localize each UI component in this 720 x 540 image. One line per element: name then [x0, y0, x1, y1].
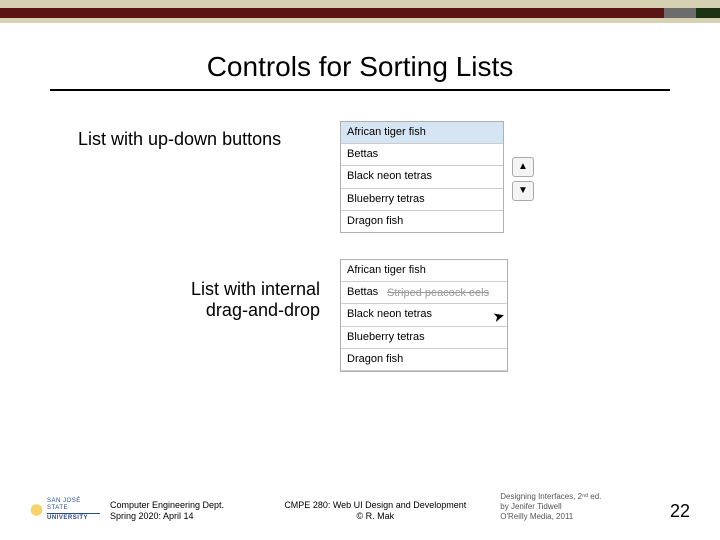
list-item[interactable]: Bettas	[341, 144, 503, 166]
footer-course: CMPE 280: Web UI Design and Development …	[250, 500, 500, 523]
accent-bar-bottom	[0, 18, 720, 23]
sun-icon	[30, 503, 43, 517]
list-item[interactable]: Dragon fish	[341, 349, 507, 371]
listbox-updown[interactable]: African tiger fish Bettas Black neon tet…	[340, 121, 504, 233]
list-item[interactable]: African tiger fish	[341, 260, 507, 282]
list-item[interactable]: Blueberry tetras	[341, 327, 507, 349]
course-line2: © R. Mak	[250, 511, 500, 522]
list-item[interactable]: Black neon tetras	[341, 166, 503, 188]
accent-chip-grey	[664, 8, 696, 18]
move-up-button[interactable]: ▲	[512, 157, 534, 177]
dept-line1: Computer Engineering Dept.	[110, 500, 250, 511]
caption-dragdrop: List with internal drag-and-drop	[40, 259, 340, 321]
sjsu-wordmark: SAN JOSÉ STATE UNIVERSITY	[47, 498, 100, 523]
caption-line: List with internal	[80, 279, 320, 300]
list-item[interactable]: Black neon tetras	[341, 304, 507, 326]
course-line1: CMPE 280: Web UI Design and Development	[250, 500, 500, 511]
slide: Controls for Sorting Lists List with up-…	[0, 0, 720, 540]
list-item[interactable]: African tiger fish	[341, 122, 503, 144]
ref-line2: by Jenifer Tidwell	[500, 502, 640, 512]
dragging-item-label: Striped peacock eels	[387, 287, 489, 299]
arrow-up-icon: ▲	[518, 161, 528, 172]
ref-line3: O'Reilly Media, 2011	[500, 512, 640, 522]
accent-bar-mid	[0, 8, 720, 18]
example-row-1: List with up-down buttons African tiger …	[40, 121, 680, 233]
top-accent-bars	[0, 0, 720, 23]
caption-line: drag-and-drop	[80, 300, 320, 321]
slide-content: List with up-down buttons African tiger …	[0, 121, 720, 372]
move-down-button[interactable]: ▼	[512, 181, 534, 201]
footer-dept: Computer Engineering Dept. Spring 2020: …	[110, 500, 250, 523]
figure-list-updown: African tiger fish Bettas Black neon tet…	[340, 121, 534, 233]
footer-reference: Designing Interfaces, 2ⁿᵈ ed. by Jenifer…	[500, 492, 640, 522]
arrow-down-icon: ▼	[518, 185, 528, 196]
slide-footer: SAN JOSÉ STATE UNIVERSITY Computer Engin…	[0, 492, 720, 522]
example-row-2: List with internal drag-and-drop African…	[40, 259, 680, 372]
dragging-item[interactable]: Striped peacock eels	[387, 287, 489, 299]
accent-chip-green	[696, 8, 720, 18]
list-item[interactable]: Dragon fish	[341, 211, 503, 232]
title-underline	[50, 89, 670, 91]
sjsu-line2: UNIVERSITY	[47, 513, 100, 523]
dept-line2: Spring 2020: April 14	[110, 511, 250, 522]
accent-bar-top	[0, 0, 720, 8]
figure-list-dragdrop[interactable]: African tiger fish Bettas Black neon tet…	[340, 259, 508, 372]
sjsu-line1: SAN JOSÉ STATE	[47, 498, 100, 513]
sjsu-logo: SAN JOSÉ STATE UNIVERSITY	[30, 498, 100, 523]
list-item[interactable]: Blueberry tetras	[341, 189, 503, 211]
page-number: 22	[653, 500, 690, 523]
slide-title: Controls for Sorting Lists	[0, 51, 720, 83]
updown-buttons: ▲ ▼	[512, 121, 534, 233]
ref-line1: Designing Interfaces, 2ⁿᵈ ed.	[500, 492, 640, 502]
caption-updown: List with up-down buttons	[40, 121, 340, 150]
